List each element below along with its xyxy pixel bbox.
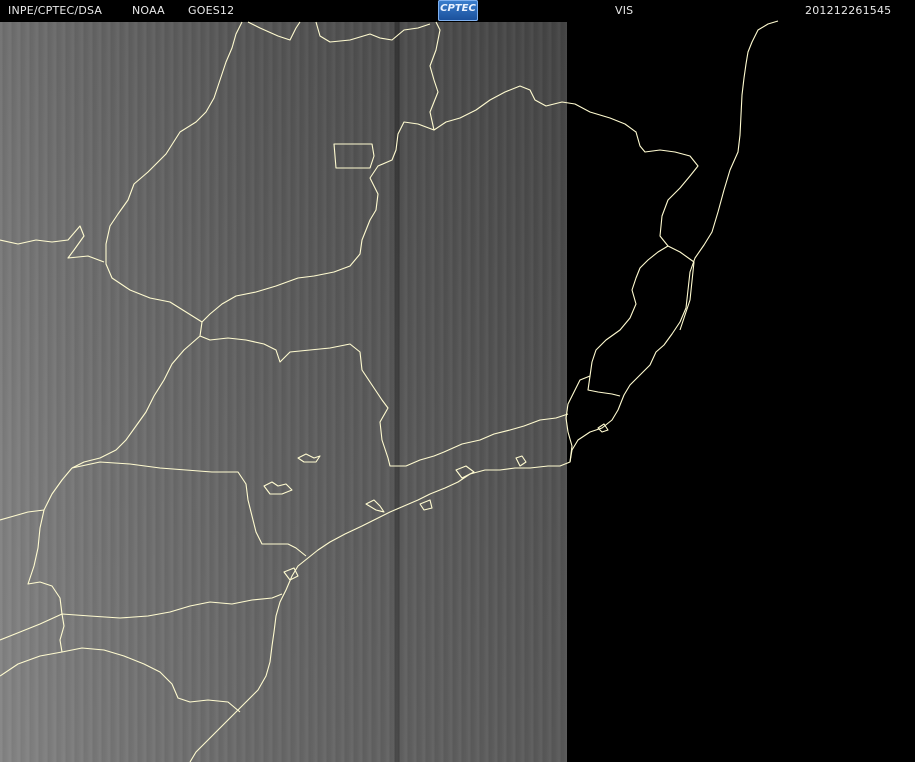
- state-border: [27, 467, 73, 615]
- state-border: [0, 225, 105, 263]
- political-boundaries-map: [0, 20, 779, 762]
- state-border: [199, 121, 435, 337]
- state-border: [61, 593, 283, 619]
- state-border: [429, 21, 699, 331]
- coastal-island: [365, 499, 385, 513]
- state-border: [105, 21, 243, 323]
- state-border: [199, 335, 569, 467]
- state-border: [0, 647, 241, 713]
- coastal-island: [455, 465, 475, 479]
- state-border: [315, 21, 431, 43]
- federal-district: [333, 143, 375, 169]
- coastal-island: [515, 455, 527, 467]
- state-border: [59, 613, 65, 653]
- coastal-lake: [297, 453, 321, 463]
- coastal-lake: [263, 481, 293, 495]
- state-border: [247, 21, 301, 41]
- state-border: [587, 245, 669, 397]
- state-border: [0, 509, 45, 521]
- state-border: [71, 335, 201, 469]
- coastal-island: [419, 499, 433, 511]
- coastline: [189, 20, 779, 762]
- state-border: [71, 461, 307, 557]
- coastal-island: [597, 423, 609, 433]
- state-border: [0, 613, 63, 641]
- state-border: [565, 375, 591, 463]
